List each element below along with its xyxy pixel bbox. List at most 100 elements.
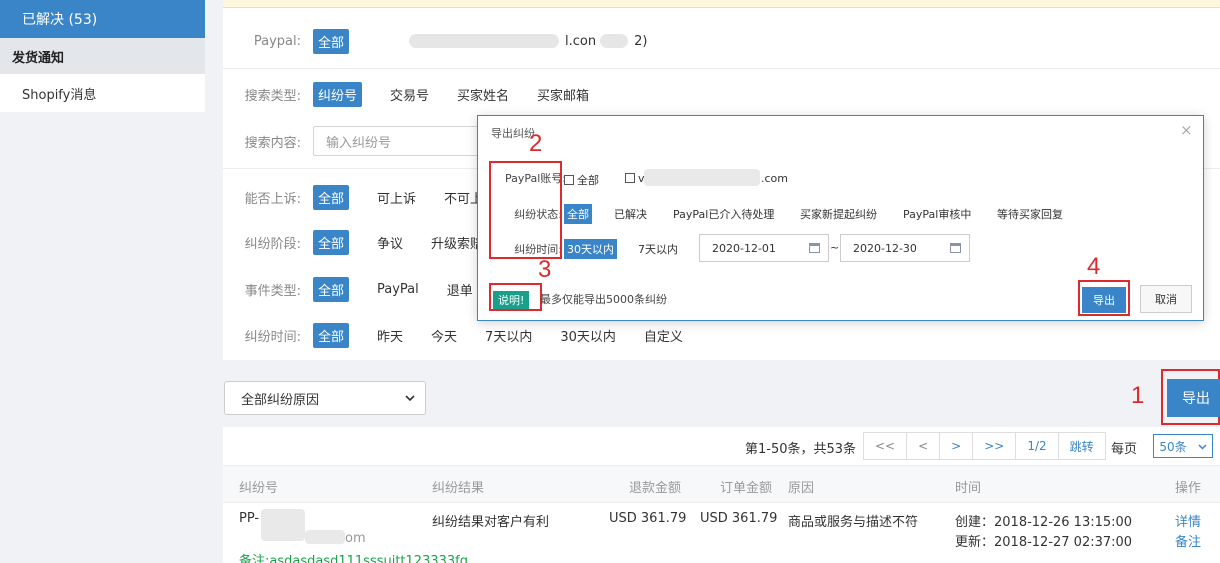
row-note: 备注:asdasdasd111sssuitt123333fg: [239, 554, 468, 563]
stage-claim[interactable]: 升级索赔: [431, 233, 483, 252]
dispute-result: 纠纷结果对客户有利: [432, 515, 550, 530]
dispute-id-redacted-2: [305, 530, 345, 544]
status-all[interactable]: 全部: [564, 204, 592, 224]
status-new-dispute[interactable]: 买家新提起纠纷: [800, 206, 877, 222]
annotation-step-2: 2: [529, 130, 543, 157]
status-paypal-pending[interactable]: PayPal已介入待处理: [673, 206, 774, 222]
event-type-chargeback[interactable]: 退单: [447, 280, 473, 299]
per-page-value: 50条: [1159, 439, 1187, 454]
export-highlight-box: 导出: [1161, 369, 1220, 425]
column-header-reason: 原因: [788, 481, 815, 496]
appealable-label: 能否上诉:: [244, 191, 301, 207]
status-paypal-review[interactable]: PayPal审核中: [903, 206, 971, 222]
search-content-label: 搜索内容:: [244, 135, 301, 151]
table-panel: 第1-50条，共53条 << < > >> 1/2 跳转 每页 50条 纠纷号 …: [223, 427, 1220, 563]
reason-select[interactable]: 全部纠纷原因: [224, 381, 426, 415]
dispute-id-redacted: [261, 509, 305, 541]
date-from-input[interactable]: 2020-12-01: [699, 234, 829, 262]
sidebar-item-shopify[interactable]: Shopify消息: [0, 74, 205, 112]
pager-buttons: << < > >> 1/2 跳转: [863, 432, 1106, 460]
detail-link[interactable]: 详情: [1175, 511, 1201, 530]
status-resolved[interactable]: 已解决: [614, 206, 647, 222]
note-text: 最多仅能导出5000条纠纷: [540, 293, 667, 306]
refund-amount: USD 361.79: [609, 511, 687, 526]
dispute-time-yesterday[interactable]: 昨天: [377, 326, 403, 345]
stage-dispute[interactable]: 争议: [377, 233, 403, 252]
column-header-order: 订单金额: [720, 481, 773, 496]
pager: 第1-50条，共53条 << < > >> 1/2 跳转 每页 50条: [223, 427, 1220, 465]
date-to-input[interactable]: 2020-12-30: [840, 234, 970, 262]
stage-all[interactable]: 全部: [313, 229, 350, 255]
event-type-row: 事件类型: 全部 PayPal 退单: [223, 276, 501, 302]
order-amount: USD 361.79: [700, 511, 778, 526]
dispute-time-row: 纠纷时间: 全部 昨天 今天 7天以内 30天以内 自定义: [223, 322, 711, 348]
created-time: 创建：2018-12-26 13:15:00: [955, 515, 1133, 530]
dialog-export-button[interactable]: 导出: [1082, 287, 1126, 313]
dispute-id-suffix: om: [345, 531, 366, 546]
column-header-refund: 退款金额: [629, 481, 682, 496]
note-link[interactable]: 备注: [1175, 531, 1201, 550]
annotation-step-1: 1: [1131, 382, 1145, 409]
dispute-reason: 商品或服务与描述不符: [788, 515, 919, 530]
appealable-all[interactable]: 全部: [313, 184, 350, 210]
sidebar-item-resolved[interactable]: 已解决 (53): [0, 0, 205, 38]
date-to-value: 2020-12-30: [853, 241, 917, 255]
annotation-box-2: [489, 161, 562, 259]
pager-info: 第1-50条，共53条: [745, 442, 857, 457]
dispute-time-today[interactable]: 今天: [431, 326, 457, 345]
sidebar-group-shipping[interactable]: 发货通知: [0, 38, 205, 74]
annotation-step-3: 3: [538, 256, 552, 283]
checkbox-icon: [564, 175, 574, 185]
pager-page-indicator: 1/2: [1016, 433, 1059, 459]
dispute-time-custom[interactable]: 自定义: [644, 326, 683, 345]
search-type-dispute-id[interactable]: 纠纷号: [313, 81, 363, 107]
time-30days[interactable]: 30天以内: [564, 239, 617, 259]
export-dialog: 导出纠纷 × PayPal账号: 全部 v .com 纠纷状态: 全部 已解决 …: [477, 115, 1204, 321]
dispute-time-7days[interactable]: 7天以内: [485, 326, 532, 345]
pager-jump-button[interactable]: 跳转: [1059, 433, 1105, 459]
chevron-down-icon: [1198, 439, 1207, 453]
paypal-account-suffix[interactable]: l.con: [565, 34, 596, 49]
paypal-label: Paypal:: [253, 33, 301, 49]
close-icon[interactable]: ×: [1180, 121, 1193, 139]
export-button[interactable]: 导出: [1167, 379, 1220, 417]
sidebar: 已解决 (53) 发货通知 Shopify消息: [0, 0, 205, 563]
dialog-cancel-button[interactable]: 取消: [1140, 285, 1192, 313]
search-type-buyer-name[interactable]: 买家姓名: [457, 85, 509, 104]
account-option-checkbox[interactable]: v: [625, 172, 645, 185]
dispute-time-all[interactable]: 全部: [313, 322, 350, 348]
calendar-icon: [809, 243, 820, 253]
pager-first-button[interactable]: <<: [864, 433, 908, 459]
date-from-value: 2020-12-01: [712, 241, 776, 255]
search-type-label: 搜索类型:: [244, 88, 301, 104]
account-suffix: .com: [761, 172, 788, 185]
paypal-account-redacted-2: [600, 34, 629, 48]
reason-select-value: 全部纠纷原因: [241, 392, 320, 408]
stage-row: 纠纷阶段: 全部 争议 升级索赔: [223, 229, 511, 255]
checkbox-icon: [625, 173, 635, 183]
account-redacted: [644, 169, 760, 186]
dispute-id-prefix[interactable]: PP-: [239, 511, 259, 526]
search-type-transaction-id[interactable]: 交易号: [390, 85, 429, 104]
search-type-buyer-email[interactable]: 买家邮箱: [537, 85, 589, 104]
per-page-select[interactable]: 50条: [1153, 434, 1213, 458]
dispute-time-label: 纠纷时间:: [244, 329, 301, 345]
status-waiting-buyer[interactable]: 等待买家回复: [997, 206, 1063, 222]
account-all-checkbox[interactable]: 全部: [564, 172, 599, 188]
column-header-result: 纠纷结果: [432, 481, 485, 496]
appealable-yes[interactable]: 可上诉: [377, 188, 416, 207]
pager-prev-button[interactable]: <: [907, 433, 941, 459]
event-type-all[interactable]: 全部: [313, 276, 350, 302]
search-type-row: 搜索类型: 纠纷号 交易号 买家姓名 买家邮箱: [223, 81, 617, 107]
paypal-account-redacted: [409, 34, 560, 48]
table-header: 纠纷号 纠纷结果 退款金额 订单金额 原因 时间 操作: [223, 465, 1220, 503]
pager-next-button[interactable]: >: [940, 433, 974, 459]
event-type-label: 事件类型:: [244, 283, 301, 299]
pager-last-button[interactable]: >>: [973, 433, 1017, 459]
event-type-paypal[interactable]: PayPal: [377, 282, 419, 297]
paypal-all-option[interactable]: 全部: [313, 28, 350, 54]
stage-label: 纠纷阶段:: [244, 236, 301, 252]
column-header-time: 时间: [955, 481, 982, 496]
time-7days[interactable]: 7天以内: [638, 241, 678, 257]
dispute-time-30days[interactable]: 30天以内: [560, 326, 616, 345]
